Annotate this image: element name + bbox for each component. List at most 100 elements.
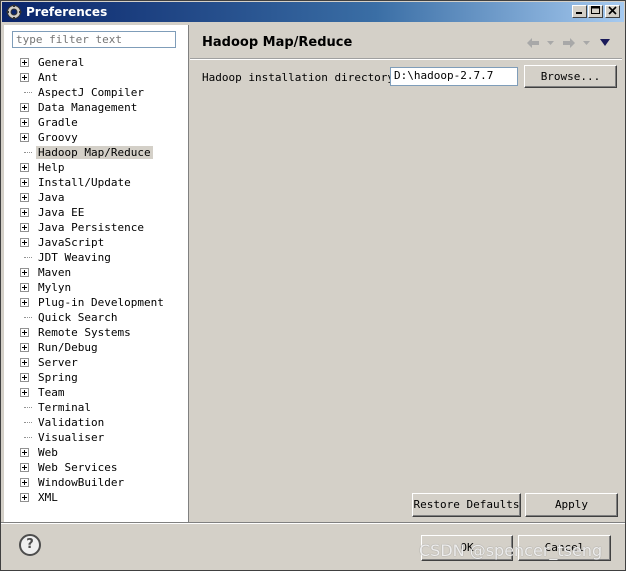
tree-item[interactable]: Validation (4, 415, 184, 430)
expand-plus-icon[interactable] (20, 178, 29, 187)
tree-connector (24, 257, 32, 258)
tree-item-label: Spring (38, 371, 78, 384)
preference-page: Hadoop Map/Reduce Hadoop installation di… (190, 25, 622, 522)
tree-item[interactable]: Visualiser (4, 430, 184, 445)
expand-plus-icon[interactable] (20, 283, 29, 292)
title-bar[interactable]: Preferences (2, 2, 624, 22)
tree-item[interactable]: JavaScript (4, 235, 184, 250)
expand-plus-icon[interactable] (20, 118, 29, 127)
tree-item-label: JavaScript (38, 236, 105, 249)
dialog-separator (1, 522, 625, 524)
tree-item[interactable]: Web Services (4, 460, 184, 475)
tree-item-label: Groovy (38, 131, 78, 144)
tree-item-label: Team (38, 386, 65, 399)
tree-connector (24, 317, 32, 318)
tree-item[interactable]: AspectJ Compiler (4, 85, 184, 100)
help-icon[interactable]: ? (19, 534, 41, 556)
expand-plus-icon[interactable] (20, 448, 29, 457)
tree-item[interactable]: Maven (4, 265, 184, 280)
tree-item[interactable]: Help (4, 160, 184, 175)
tree-item[interactable]: Plug-in Development (4, 295, 184, 310)
expand-plus-icon[interactable] (20, 238, 29, 247)
back-dropdown-icon[interactable] (547, 41, 554, 45)
tree-item-label: Remote Systems (38, 326, 131, 339)
tree-item[interactable]: Web (4, 445, 184, 460)
tree-item[interactable]: General (4, 55, 184, 70)
expand-plus-icon[interactable] (20, 463, 29, 472)
tree-item[interactable]: Java EE (4, 205, 184, 220)
maximize-button[interactable] (588, 5, 603, 18)
tree-item[interactable]: Run/Debug (4, 340, 184, 355)
expand-plus-icon[interactable] (20, 388, 29, 397)
expand-plus-icon[interactable] (20, 133, 29, 142)
expand-plus-icon[interactable] (20, 223, 29, 232)
tree-item[interactable]: Ant (4, 70, 184, 85)
filter-input[interactable] (12, 31, 176, 48)
expand-plus-icon[interactable] (20, 298, 29, 307)
tree-connector (24, 92, 32, 93)
tree-item[interactable]: Terminal (4, 400, 184, 415)
tree-item-label: Java (38, 191, 65, 204)
tree-item[interactable]: Data Management (4, 100, 184, 115)
tree-item[interactable]: Java (4, 190, 184, 205)
tree-item-label: Maven (38, 266, 72, 279)
browse-button[interactable]: Browse... (524, 65, 617, 88)
tree-item[interactable]: Remote Systems (4, 325, 184, 340)
expand-plus-icon[interactable] (20, 328, 29, 337)
expand-plus-icon[interactable] (20, 193, 29, 202)
tree-item-label: Hadoop Map/Reduce (36, 146, 153, 159)
tree-item[interactable]: Spring (4, 370, 184, 385)
ok-button[interactable]: OK (421, 535, 513, 561)
forward-dropdown-icon[interactable] (583, 41, 590, 45)
tree-item-label: WindowBuilder (38, 476, 125, 489)
tree-item[interactable]: Java Persistence (4, 220, 184, 235)
expand-plus-icon[interactable] (20, 268, 29, 277)
window-title: Preferences (26, 5, 108, 19)
tree-item-label: Help (38, 161, 65, 174)
install-dir-input[interactable]: D:\hadoop-2.7.7 (390, 67, 518, 86)
expand-plus-icon[interactable] (20, 73, 29, 82)
tree-item-label: Java Persistence (38, 221, 144, 234)
header-separator (190, 58, 622, 60)
apply-button[interactable]: Apply (525, 493, 618, 517)
tree-item-label: Web (38, 446, 58, 459)
tree-connector (24, 437, 32, 438)
tree-item-label: General (38, 56, 85, 69)
minimize-icon (576, 12, 582, 14)
close-button[interactable] (605, 5, 620, 18)
tree-item[interactable]: Mylyn (4, 280, 184, 295)
expand-plus-icon[interactable] (20, 373, 29, 382)
forward-arrow-icon[interactable] (562, 37, 576, 49)
tree-item[interactable]: XML (4, 490, 184, 505)
expand-plus-icon[interactable] (20, 493, 29, 502)
view-menu-icon[interactable] (600, 39, 610, 46)
tree-item[interactable]: Server (4, 355, 184, 370)
cancel-button[interactable]: Cancel (518, 535, 611, 561)
tree-item[interactable]: Quick Search (4, 310, 184, 325)
expand-plus-icon[interactable] (20, 478, 29, 487)
tree-connector (24, 407, 32, 408)
back-arrow-icon[interactable] (526, 37, 540, 49)
expand-plus-icon[interactable] (20, 103, 29, 112)
tree-item[interactable]: Gradle (4, 115, 184, 130)
restore-defaults-button[interactable]: Restore Defaults (412, 493, 521, 517)
minimize-button[interactable] (572, 5, 587, 18)
expand-plus-icon[interactable] (20, 163, 29, 172)
maximize-icon (591, 6, 600, 14)
close-icon (608, 6, 617, 15)
eclipse-gear-icon (6, 4, 22, 20)
expand-plus-icon[interactable] (20, 343, 29, 352)
tree-item[interactable]: Install/Update (4, 175, 184, 190)
tree-item[interactable]: Groovy (4, 130, 184, 145)
tree-item-label: Java EE (38, 206, 85, 219)
tree-item[interactable]: Hadoop Map/Reduce (4, 145, 184, 160)
tree-item[interactable]: Team (4, 385, 184, 400)
tree-item-label: XML (38, 491, 58, 504)
expand-plus-icon[interactable] (20, 358, 29, 367)
expand-plus-icon[interactable] (20, 58, 29, 67)
page-title: Hadoop Map/Reduce (202, 35, 353, 50)
expand-plus-icon[interactable] (20, 208, 29, 217)
tree-item[interactable]: JDT Weaving (4, 250, 184, 265)
tree-item-label: JDT Weaving (38, 251, 111, 264)
tree-item[interactable]: WindowBuilder (4, 475, 184, 490)
